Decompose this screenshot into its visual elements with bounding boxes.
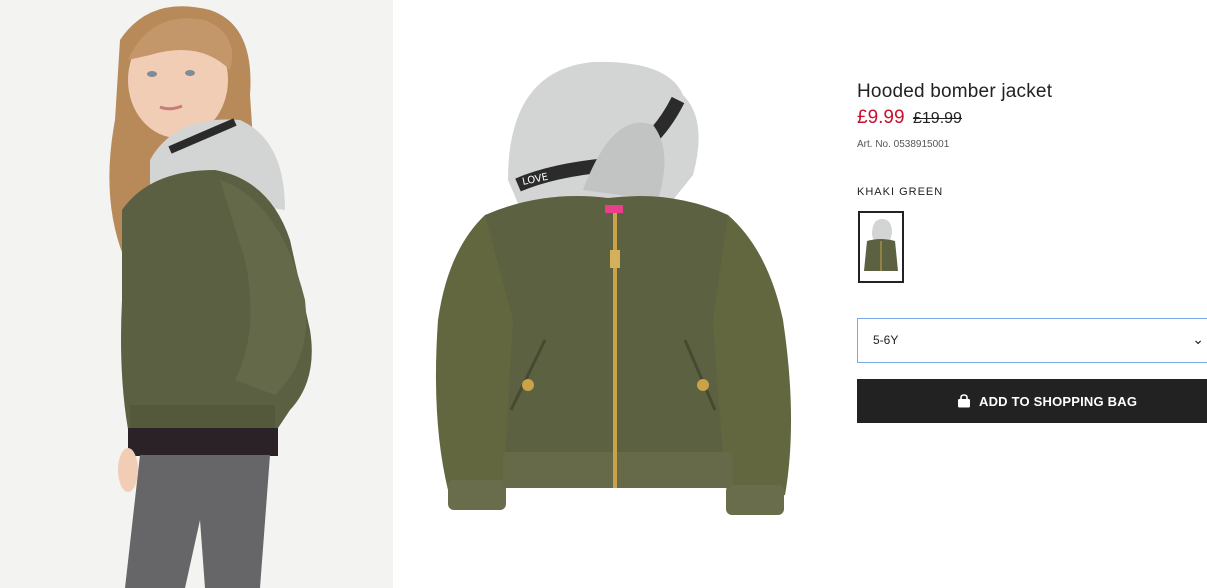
add-to-bag-button[interactable]: ADD TO SHOPPING BAG bbox=[857, 379, 1207, 423]
color-swatch-khaki-green[interactable] bbox=[858, 211, 904, 283]
product-title: Hooded bomber jacket bbox=[857, 81, 1053, 102]
product-jacket-illustration: LOVE bbox=[435, 61, 792, 515]
swatch-thumbnail bbox=[864, 219, 898, 271]
model-photo-illustration bbox=[0, 0, 393, 588]
shopping-bag-icon bbox=[957, 394, 971, 408]
chevron-down-icon: ⌄ bbox=[1192, 331, 1204, 347]
product-photo[interactable]: LOVE bbox=[393, 0, 843, 588]
article-number: Art. No. 0538915001 bbox=[857, 139, 950, 150]
product-details: Hooded bomber jacket £9.99 £19.99 Art. N… bbox=[857, 0, 1207, 588]
color-name: KHAKI GREEN bbox=[857, 186, 944, 198]
size-selected-value: 5-6Y bbox=[873, 333, 899, 347]
model-photo bbox=[0, 0, 393, 588]
size-select[interactable]: 5-6Y ⌄ bbox=[857, 318, 1207, 363]
price-row: £9.99 £19.99 bbox=[857, 107, 962, 129]
original-price: £19.99 bbox=[913, 110, 962, 127]
sale-price: £9.99 bbox=[857, 107, 905, 128]
add-to-bag-label: ADD TO SHOPPING BAG bbox=[979, 393, 1138, 409]
